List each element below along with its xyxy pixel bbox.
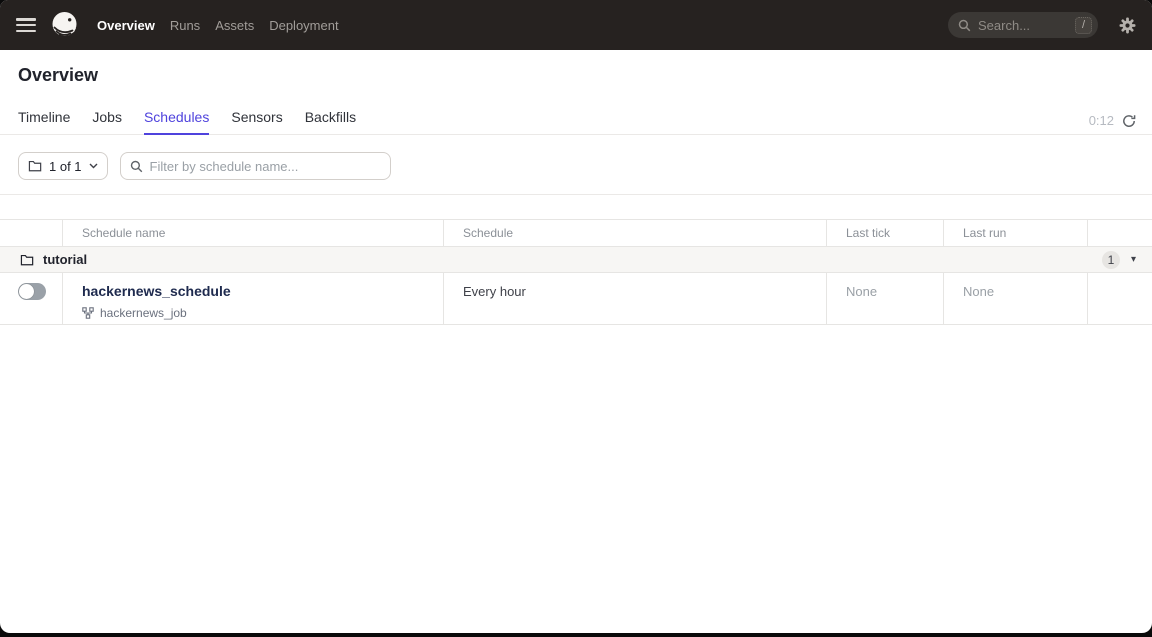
- settings-gear-icon[interactable]: [1119, 17, 1136, 34]
- search-icon: [130, 160, 143, 173]
- search-icon: [958, 19, 971, 32]
- repo-group-name: tutorial: [43, 252, 87, 267]
- refresh-countdown: 0:12: [1089, 113, 1114, 128]
- row-actions-cell: [1087, 273, 1152, 324]
- repo-scope-dropdown[interactable]: 1 of 1: [18, 152, 108, 180]
- tab-backfills[interactable]: Backfills: [305, 109, 356, 134]
- toggle-knob: [19, 284, 34, 299]
- job-icon: [82, 307, 94, 319]
- schedule-table-row: hackernews_schedule hackernews_job: [0, 273, 1152, 325]
- global-search-placeholder: Search...: [978, 18, 1030, 33]
- job-name-link[interactable]: hackernews_job: [100, 306, 187, 320]
- tab-jobs[interactable]: Jobs: [92, 109, 122, 134]
- refresh-icon[interactable]: [1122, 114, 1136, 128]
- top-navigation-bar: Overview Runs Assets Deployment Search..…: [0, 0, 1152, 50]
- chevron-down-icon: [89, 163, 98, 169]
- schedule-filter-field: [120, 152, 391, 180]
- repo-scope-label: 1 of 1: [49, 159, 82, 174]
- refresh-group: 0:12: [1089, 113, 1136, 134]
- overview-page: Overview Timeline Jobs Schedules Sensors…: [0, 65, 1152, 325]
- tab-timeline[interactable]: Timeline: [18, 109, 70, 134]
- nav-item-runs[interactable]: Runs: [170, 18, 200, 33]
- schedule-filter-input[interactable]: [150, 159, 381, 174]
- tab-sensors[interactable]: Sensors: [231, 109, 282, 134]
- schedules-filter-bar: 1 of 1: [0, 135, 1152, 195]
- topbar-right-group: Search... /: [948, 12, 1136, 38]
- last-tick-value: None: [846, 284, 877, 299]
- header-last-run: Last run: [943, 220, 1087, 246]
- search-shortcut-kbd: /: [1075, 17, 1092, 34]
- schedules-table: Schedule name Schedule Last tick Last ru…: [0, 219, 1152, 325]
- header-actions-column: [1087, 220, 1152, 246]
- schedule-enabled-toggle[interactable]: [18, 283, 46, 300]
- folder-icon: [20, 254, 34, 266]
- schedule-name-link[interactable]: hackernews_schedule: [82, 283, 231, 299]
- primary-nav: Overview Runs Assets Deployment: [97, 18, 339, 33]
- nav-item-deployment[interactable]: Deployment: [269, 18, 338, 33]
- page-title: Overview: [18, 65, 1136, 86]
- dagster-logo-icon[interactable]: [49, 10, 80, 41]
- global-search-input[interactable]: Search... /: [948, 12, 1098, 38]
- overview-tabs: Timeline Jobs Schedules Sensors Backfill…: [0, 107, 1152, 135]
- collapse-caret-icon[interactable]: ▾: [1131, 255, 1136, 265]
- schedule-name-cell: hackernews_schedule hackernews_job: [62, 273, 443, 324]
- nav-item-assets[interactable]: Assets: [215, 18, 254, 33]
- tab-schedules[interactable]: Schedules: [144, 109, 209, 135]
- app-window: Overview Runs Assets Deployment Search..…: [0, 0, 1152, 633]
- last-tick-cell: None: [826, 273, 943, 324]
- schedule-cron-value: Every hour: [463, 284, 526, 299]
- header-last-tick: Last tick: [826, 220, 943, 246]
- folder-icon: [28, 160, 42, 172]
- toggle-cell: [0, 273, 62, 324]
- header-toggle-column: [0, 220, 62, 246]
- group-count-badge: 1: [1102, 251, 1120, 269]
- nav-item-overview[interactable]: Overview: [97, 18, 155, 33]
- header-schedule-name: Schedule name: [62, 220, 443, 246]
- header-schedule: Schedule: [443, 220, 826, 246]
- last-run-value: None: [963, 284, 994, 299]
- last-run-cell: None: [943, 273, 1087, 324]
- hamburger-menu-icon[interactable]: [16, 18, 36, 32]
- repo-group-row[interactable]: tutorial 1 ▾: [0, 247, 1152, 273]
- schedule-cron-cell: Every hour: [443, 273, 826, 324]
- table-header-row: Schedule name Schedule Last tick Last ru…: [0, 220, 1152, 247]
